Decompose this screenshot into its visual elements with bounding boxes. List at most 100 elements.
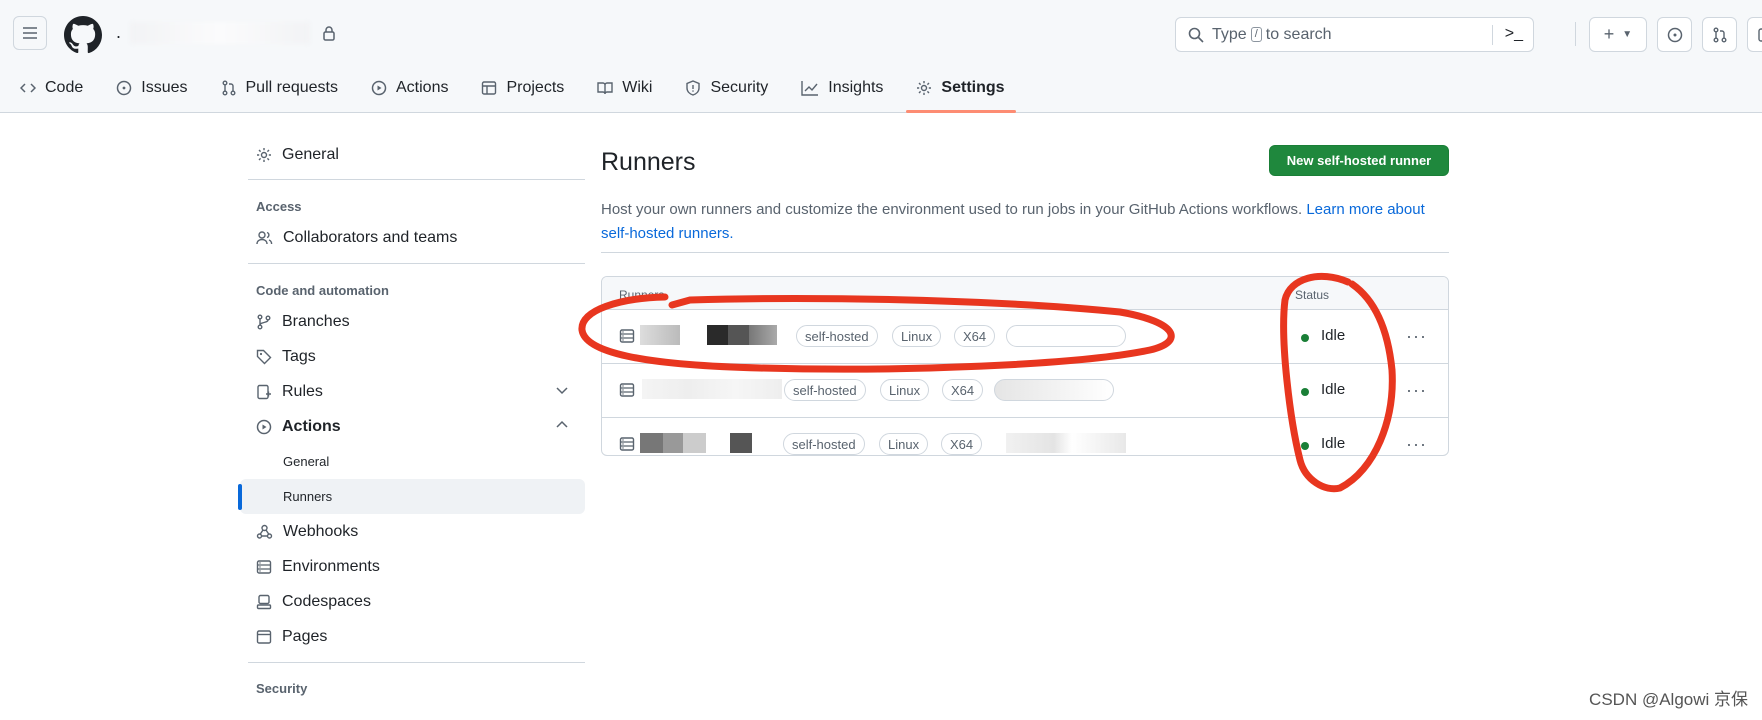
tab-pull-requests[interactable]: Pull requests: [201, 70, 352, 106]
sidebar-item-codespaces[interactable]: Codespaces: [240, 584, 585, 619]
search-placeholder-before: Type: [1212, 25, 1247, 43]
redacted-repo-name: [130, 22, 310, 44]
pull-requests-button[interactable]: [1702, 17, 1737, 52]
sidebar-item-label: Webhooks: [283, 522, 359, 540]
redacted-runner-label: [994, 379, 1114, 401]
plus-icon: +: [1603, 24, 1615, 44]
redacted-runner-name: [642, 379, 782, 399]
runners-table: Runners Status self-hosted Linux X64 Idl…: [601, 276, 1449, 456]
column-header-status: Status: [1295, 288, 1330, 302]
server-icon: [256, 559, 272, 574]
sidebar-item-actions[interactable]: Actions: [240, 409, 585, 444]
inbox-icon: [1757, 27, 1762, 42]
tab-label: Settings: [941, 79, 1005, 96]
tab-insights[interactable]: Insights: [781, 70, 896, 106]
sidebar-item-label: Actions: [282, 417, 341, 435]
gear-icon: [257, 147, 271, 162]
tab-label: Issues: [141, 79, 188, 96]
description-divider: [601, 252, 1449, 253]
book-icon: [597, 82, 613, 95]
sidebar-heading-code-automation: Code and automation: [256, 283, 389, 298]
sidebar-heading-access: Access: [256, 199, 302, 214]
sidebar-item-environments[interactable]: Environments: [240, 549, 585, 584]
page-title: Runners: [601, 148, 696, 176]
redacted-runner-name: [640, 433, 706, 453]
create-new-button[interactable]: + ▼: [1589, 17, 1647, 52]
tab-label: Pull requests: [245, 79, 339, 96]
tab-label: Code: [45, 79, 84, 96]
server-icon: [619, 437, 635, 451]
webhook-icon: [256, 524, 273, 539]
sidebar-item-label: Collaborators and teams: [283, 228, 458, 246]
chevron-up-icon: [556, 420, 568, 428]
menu-button[interactable]: [13, 16, 47, 50]
graph-icon: [801, 81, 819, 96]
tab-settings[interactable]: Settings: [896, 70, 1017, 113]
watermark: CSDN @Algowi 京保: [1589, 690, 1748, 709]
server-icon: [619, 383, 635, 397]
sidebar-item-general[interactable]: General: [240, 137, 585, 172]
play-icon: [256, 419, 272, 434]
column-header-runners: Runners: [619, 288, 665, 302]
redacted-runner-name: [730, 433, 752, 453]
gear-icon: [917, 81, 932, 95]
table-icon: [482, 81, 497, 95]
settings-sidebar: General Access Collaborators and teams C…: [238, 137, 585, 696]
tab-issues[interactable]: Issues: [96, 70, 200, 106]
sidebar-item-branches[interactable]: Branches: [240, 304, 585, 339]
tab-security[interactable]: Security: [665, 70, 781, 106]
sidebar-item-label: Tags: [282, 347, 316, 365]
play-icon: [371, 80, 387, 96]
runner-label: Linux: [892, 325, 942, 347]
tab-projects[interactable]: Projects: [461, 70, 577, 106]
kebab-menu-icon[interactable]: ···: [1406, 434, 1427, 455]
sidebar-subitem-runners[interactable]: Runners: [238, 479, 585, 514]
status-online-dot: [1301, 388, 1309, 396]
runner-label: self-hosted: [796, 325, 878, 347]
triangle-down-icon: ▼: [1622, 29, 1633, 40]
sidebar-item-label: Rules: [282, 382, 323, 400]
issues-button[interactable]: [1657, 17, 1692, 52]
search-shortcut-key: /: [1250, 27, 1262, 42]
inbox-button[interactable]: [1747, 17, 1762, 52]
search-divider: [1492, 25, 1493, 45]
search-icon: [1188, 27, 1204, 43]
status-online-dot: [1301, 334, 1309, 342]
tab-wiki[interactable]: Wiki: [577, 70, 665, 106]
terminal-icon[interactable]: >_: [1505, 25, 1523, 43]
runner-label: self-hosted: [784, 379, 866, 401]
branch-icon: [257, 314, 271, 329]
table-header: Runners Status: [602, 277, 1448, 310]
table-row: self-hosted Linux X64 Idle ···: [602, 418, 1448, 455]
repo-push-icon: [257, 384, 271, 399]
new-self-hosted-runner-button[interactable]: New self-hosted runner: [1269, 145, 1449, 176]
tab-code[interactable]: Code: [0, 70, 96, 106]
repo-name[interactable]: .: [116, 22, 121, 43]
sidebar-item-pages[interactable]: Pages: [240, 619, 585, 654]
sidebar-divider: [248, 662, 585, 663]
kebab-menu-icon[interactable]: ···: [1406, 380, 1427, 401]
sidebar-item-tags[interactable]: Tags: [240, 339, 585, 374]
tab-actions[interactable]: Actions: [351, 70, 461, 106]
runner-label: X64: [954, 325, 996, 347]
kebab-menu-icon[interactable]: ···: [1406, 326, 1427, 347]
sidebar-subitem-actions-general[interactable]: General: [240, 444, 585, 479]
header-divider: [1575, 22, 1576, 46]
runner-status: Idle: [1321, 435, 1346, 452]
sidebar-item-webhooks[interactable]: Webhooks: [240, 514, 585, 549]
search-input[interactable]: Type / to search >_: [1175, 17, 1534, 52]
tab-label: Security: [710, 79, 769, 96]
repo-nav-tabs: Code Issues Pull requests Actions Projec…: [0, 70, 1018, 113]
sidebar-item-collaborators[interactable]: Collaborators and teams: [240, 220, 585, 255]
runner-label: X64: [941, 433, 983, 455]
runner-status: Idle: [1321, 327, 1346, 344]
github-logo-icon[interactable]: [64, 16, 102, 54]
runner-label: X64: [942, 379, 984, 401]
sidebar-item-label: Environments: [282, 557, 380, 575]
sidebar-item-label: Pages: [282, 627, 328, 645]
redacted-runner-label: [1006, 325, 1126, 347]
table-row: self-hosted Linux X64 Idle ···: [602, 364, 1448, 418]
tab-label: Insights: [828, 79, 884, 96]
sidebar-item-rules[interactable]: Rules: [240, 374, 585, 409]
people-icon: [256, 230, 273, 244]
